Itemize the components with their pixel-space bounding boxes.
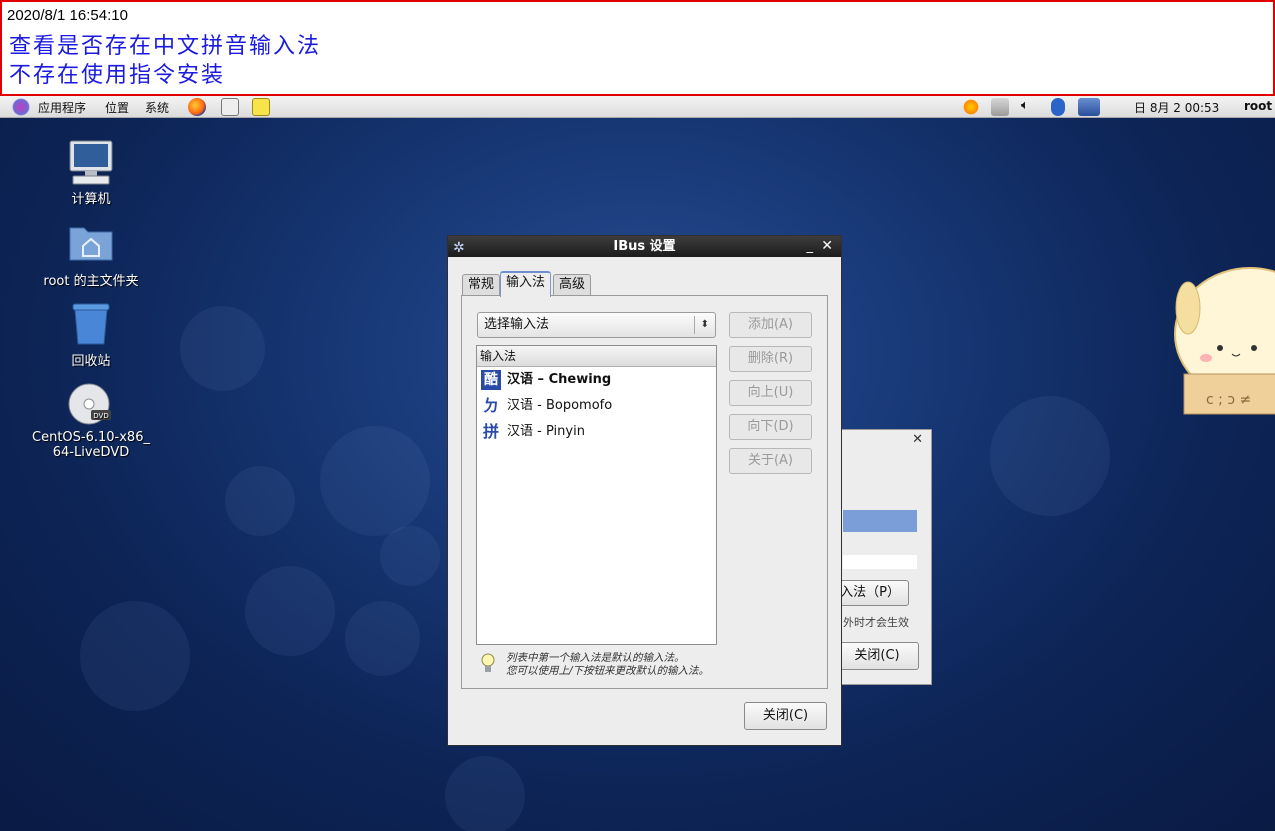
desktop-icon-home[interactable]: root 的主文件夹	[26, 222, 156, 289]
home-folder-icon	[67, 222, 115, 266]
annotation-line-2: 不存在使用指令安装	[9, 63, 226, 88]
tab-pane: 选择输入法 ⬍ 添加(A) 删除(R) 向上(U) 向下(D) 关于(A) 输入…	[461, 295, 828, 689]
top-panel: 应用程序 位置 系统 🔈︎ 日 8月 2 00:53 root	[0, 96, 1275, 118]
engine-lang: 汉语	[507, 398, 534, 413]
ime-button[interactable]: 入法（P）	[833, 580, 909, 606]
svg-text:c ; ɔ ≠: c ; ɔ ≠	[1206, 392, 1251, 408]
computer-label: 计算机	[71, 192, 111, 207]
list-header[interactable]: 输入法	[477, 346, 716, 367]
tab-advanced[interactable]: 高级	[553, 274, 592, 296]
hint-text: 列表中第一个输入法是默认的输入法。 您可以使用上/下按钮来更改默认的输入法。	[506, 652, 709, 678]
dvd-icon: DVD	[67, 382, 115, 426]
list-item[interactable]: 酷 汉语 – Chewing	[477, 367, 716, 393]
notes-icon[interactable]	[252, 98, 270, 116]
add-button[interactable]: 添加(A)	[729, 312, 812, 338]
combo-label: 选择输入法	[484, 317, 550, 332]
dialog-titlebar[interactable]: ✲ IBus 设置 _ ✕	[448, 236, 841, 257]
move-down-button[interactable]: 向下(D)	[729, 414, 812, 440]
selected-row	[843, 510, 917, 532]
desktop-icon-computer[interactable]: 计算机	[26, 140, 156, 207]
select-input-method-combo[interactable]: 选择输入法 ⬍	[477, 312, 716, 338]
input-method-list[interactable]: 输入法 酷 汉语 – Chewing ㄉ 汉语 - Bopomofo 拼 汉语	[476, 345, 717, 645]
tab-general[interactable]: 常规	[462, 274, 501, 296]
updown-icon: ⬍	[700, 319, 709, 330]
engine-name: Chewing	[548, 372, 612, 387]
panel-clock[interactable]: 日 8月 2 00:53	[1134, 99, 1219, 116]
remove-button[interactable]: 删除(R)	[729, 346, 812, 372]
dvd-label-line1: CentOS-6.10-x86_	[32, 430, 150, 445]
trash-icon	[67, 302, 115, 346]
effect-note: 外时才会生效	[843, 616, 909, 629]
hint-line-1: 列表中第一个输入法是默认的输入法。	[506, 652, 685, 664]
minimize-icon[interactable]: _	[807, 236, 814, 257]
about-button[interactable]: 关于(A)	[729, 448, 812, 474]
hint-line-2: 您可以使用上/下按钮来更改默认的输入法。	[506, 665, 710, 677]
trash-label: 回收站	[71, 354, 111, 369]
chewing-icon: 酷	[481, 370, 501, 390]
close-icon[interactable]: ✕	[821, 236, 833, 257]
places-menu[interactable]: 位置	[105, 99, 129, 116]
desktop-icon-dvd[interactable]: DVD CentOS-6.10-x86_ 64-LiveDVD	[26, 382, 156, 460]
panel-user[interactable]: root	[1244, 99, 1272, 113]
ibus-settings-dialog: ✲ IBus 设置 _ ✕ 常规 输入法 高级 选择输入法 ⬍ 添加(A) 删除…	[447, 235, 842, 746]
close-button-2[interactable]: 关闭(C)	[835, 642, 919, 670]
annotation-box: 2020/8/1 16:54:10 查看是否存在中文拼音输入法 不存在使用指令安…	[0, 0, 1275, 96]
annotation-timestamp: 2020/8/1 16:54:10	[7, 7, 128, 24]
close-button[interactable]: 关闭(C)	[744, 702, 827, 730]
tab-input-methods[interactable]: 输入法	[500, 271, 552, 297]
list-item[interactable]: 拼 汉语 - Pinyin	[477, 419, 716, 445]
list-item[interactable]: ㄉ 汉语 - Bopomofo	[477, 393, 716, 419]
bopomofo-icon: ㄉ	[482, 396, 499, 415]
desktop-icon-trash[interactable]: 回收站	[26, 302, 156, 369]
network-icon[interactable]	[991, 98, 1009, 116]
home-label: root 的主文件夹	[43, 274, 139, 289]
gear-icon: ✲	[453, 240, 465, 256]
engine-lang: 汉语	[507, 372, 534, 387]
text-field[interactable]	[843, 555, 917, 569]
volume-icon[interactable]: 🔈︎	[1021, 98, 1029, 113]
computer-icon	[67, 140, 115, 185]
system-menu[interactable]: 系统	[145, 99, 169, 116]
desktop: 应用程序 位置 系统 🔈︎ 日 8月 2 00:53 root 计算机 root…	[0, 96, 1275, 831]
close-icon[interactable]: ✕	[912, 432, 923, 447]
update-sun-icon[interactable]	[962, 98, 980, 116]
lightbulb-icon	[480, 652, 496, 676]
background-dialog: ✕ 入法（P） 外时才会生效 关闭(C)	[833, 429, 932, 685]
annotation-line-1: 查看是否存在中文拼音输入法	[9, 34, 322, 59]
dvd-label-line2: 64-LiveDVD	[52, 445, 130, 460]
gnome-foot-icon[interactable]	[12, 98, 30, 116]
bluetooth-icon[interactable]	[1051, 98, 1065, 116]
mascot-sticker: c ; ɔ ≠	[1170, 264, 1275, 424]
ime-icon[interactable]	[1078, 98, 1100, 116]
mail-icon[interactable]	[221, 98, 239, 116]
move-up-button[interactable]: 向上(U)	[729, 380, 812, 406]
dialog-title: IBus 设置	[613, 239, 676, 254]
applications-menu[interactable]: 应用程序	[38, 99, 86, 116]
engine-name: Pinyin	[545, 424, 585, 439]
svg-text:DVD: DVD	[93, 412, 108, 420]
firefox-icon[interactable]	[188, 98, 206, 116]
pinyin-icon: 拼	[482, 422, 499, 441]
engine-name: Bopomofo	[545, 398, 613, 413]
engine-lang: 汉语	[507, 424, 534, 439]
